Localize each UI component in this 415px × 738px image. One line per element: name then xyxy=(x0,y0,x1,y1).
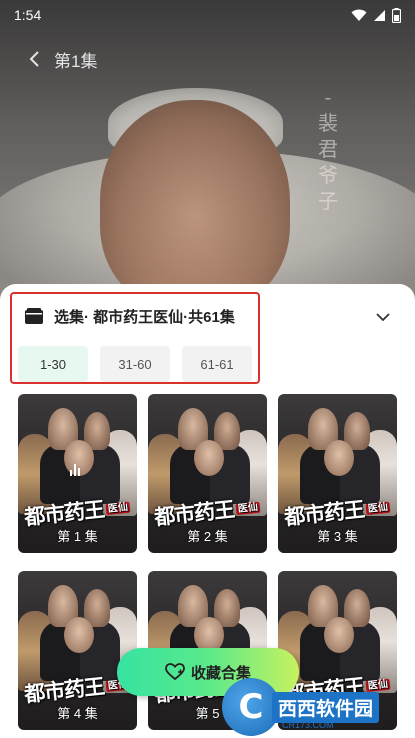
episode-label: 第 4 集 xyxy=(57,706,98,721)
episode-card-1[interactable]: 都市药王 医仙 第 1 集 xyxy=(18,394,137,553)
video-caption-vertical: -裴君爷子 xyxy=(318,85,340,213)
episode-label: 第 2 集 xyxy=(187,529,228,544)
battery-icon xyxy=(392,7,401,23)
watermark-logo: C 西西软件园 CR173.COM xyxy=(222,676,415,738)
status-bar: 1:54 xyxy=(0,0,415,30)
range-tab-1-30[interactable]: 1-30 xyxy=(18,346,88,382)
top-nav: 第1集 xyxy=(0,40,415,78)
episode-label: 第 1 集 xyxy=(57,529,98,544)
episode-selector-sheet: 选集· 都市药王医仙·共61集 1-30 31-60 61-61 都市药王 医仙 … xyxy=(0,284,415,738)
chevron-down-icon xyxy=(376,313,390,322)
range-tab-61-61[interactable]: 61-61 xyxy=(182,346,252,382)
collapse-button[interactable] xyxy=(372,306,394,328)
episode-card-2[interactable]: 都市药王 医仙 第 2 集 xyxy=(148,394,267,553)
status-time: 1:54 xyxy=(14,7,42,23)
signal-icon xyxy=(374,9,385,21)
episode-card-4[interactable]: 都市药王 医仙 第 4 集 xyxy=(18,571,137,730)
range-tabs: 1-30 31-60 61-61 xyxy=(18,346,252,382)
episode-title: 第1集 xyxy=(54,51,98,71)
now-playing-icon xyxy=(70,462,86,476)
watermark-sub: CR173.COM xyxy=(282,720,334,730)
folder-icon xyxy=(25,308,43,324)
episode-card-3[interactable]: 都市药王 医仙 第 3 集 xyxy=(278,394,397,553)
watermark-text: 西西软件园 xyxy=(272,691,380,723)
sheet-header: 选集· 都市药王医仙·共61集 xyxy=(24,302,404,330)
sheet-title: 选集· 都市药王医仙·共61集 xyxy=(54,308,235,326)
chevron-left-icon xyxy=(29,51,39,67)
episode-label: 第 3 集 xyxy=(317,529,358,544)
status-icons xyxy=(351,7,401,23)
wifi-icon xyxy=(351,9,367,21)
heart-plus-icon xyxy=(165,663,185,681)
range-tab-31-60[interactable]: 31-60 xyxy=(100,346,170,382)
back-button[interactable] xyxy=(22,47,46,71)
